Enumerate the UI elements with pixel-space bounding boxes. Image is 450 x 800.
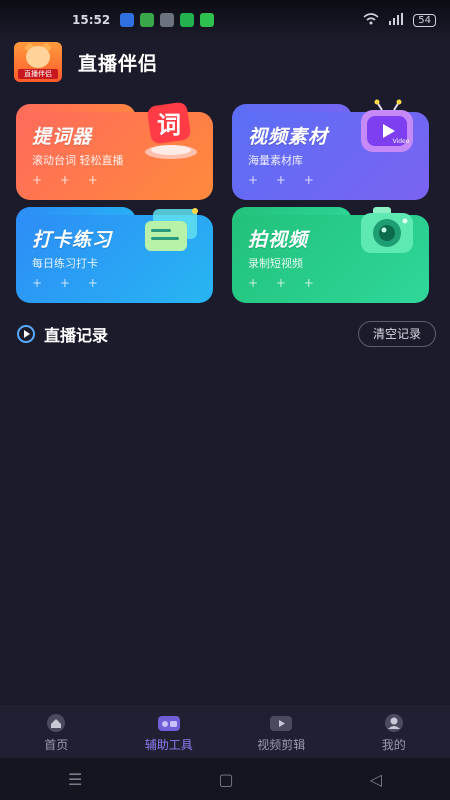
teleprompter-card[interactable]: 提词器 滚动台词 轻松直播 + + + 词 [16, 102, 213, 200]
notification-icons [120, 13, 215, 27]
card-art-text: Video [393, 138, 410, 145]
bottom-nav: 首页 辅助工具 视频剪辑 我的 [0, 706, 450, 758]
home-square-icon[interactable]: ▢ [218, 770, 233, 789]
profile-icon [384, 713, 403, 732]
toolbox-icon [157, 715, 180, 731]
teleprompter-icon: 词 [145, 102, 197, 159]
notification-app-icon [120, 13, 135, 27]
clear-records-button[interactable]: 清空记录 [357, 321, 436, 347]
signal-icon [389, 12, 404, 28]
wifi-icon [363, 12, 379, 28]
notification-app-icon [140, 13, 155, 27]
nav-item-tools[interactable]: 辅助工具 [114, 713, 224, 753]
battery-indicator: 54 [413, 13, 436, 27]
live-record-icon [17, 325, 35, 343]
system-nav-bar: ☰ ▢ ◁ [0, 758, 450, 800]
nav-label: 辅助工具 [144, 737, 193, 752]
card-title: 提词器 [32, 126, 93, 148]
card-title: 拍视频 [248, 229, 309, 251]
card-decoration: + + + [248, 276, 321, 290]
video-tv-icon: Video [361, 99, 413, 152]
section-title: 直播记录 [44, 326, 109, 345]
card-subtitle: 海量素材库 [248, 154, 303, 167]
card-decoration: + + + [32, 276, 105, 290]
shoot-video-card[interactable]: 拍视频 录制短视频 + + + [232, 207, 429, 303]
back-icon[interactable]: ◁ [370, 770, 382, 789]
nav-item-home[interactable]: 首页 [1, 713, 111, 753]
cat-face-icon [26, 46, 50, 68]
menu-icon[interactable]: ☰ [68, 770, 82, 789]
app-logo: 直播伴侣 [14, 42, 62, 82]
nav-item-profile[interactable]: 我的 [339, 713, 449, 753]
nav-item-video-edit[interactable]: 视频剪辑 [226, 713, 336, 753]
live-records-header: 直播记录 清空记录 [16, 320, 436, 348]
status-time: 15:52 [72, 13, 111, 27]
status-bar: 15:52 54 [0, 0, 450, 40]
app-header: 直播伴侣 直播伴侣 [14, 42, 158, 82]
nav-label: 首页 [44, 737, 69, 752]
home-icon [47, 713, 66, 732]
practice-card[interactable]: 打卡练习 每日练习打卡 + + + [16, 207, 213, 303]
chat-bubble-icon [145, 208, 198, 251]
card-subtitle: 滚动台词 轻松直播 [32, 154, 124, 167]
card-subtitle: 录制短视频 [248, 257, 303, 270]
video-edit-icon [270, 715, 293, 731]
card-decoration: + + + [32, 173, 105, 187]
card-art-text: 词 [157, 111, 181, 139]
nav-label: 视频剪辑 [257, 737, 306, 752]
nav-label: 我的 [381, 737, 406, 752]
notification-app-icon [160, 13, 175, 27]
video-material-card[interactable]: 视频素材 海量素材库 + + + Video [232, 99, 429, 200]
card-title: 视频素材 [248, 126, 329, 148]
notification-app-icon [180, 13, 195, 27]
card-title: 打卡练习 [32, 229, 113, 251]
notification-app-icon [200, 13, 215, 27]
camera-icon [361, 207, 413, 253]
app-title: 直播伴侣 [78, 52, 159, 75]
status-indicators: 54 [363, 12, 436, 28]
card-decoration: + + + [248, 173, 321, 187]
card-subtitle: 每日练习打卡 [32, 257, 98, 270]
logo-text: 直播伴侣 [18, 69, 58, 79]
